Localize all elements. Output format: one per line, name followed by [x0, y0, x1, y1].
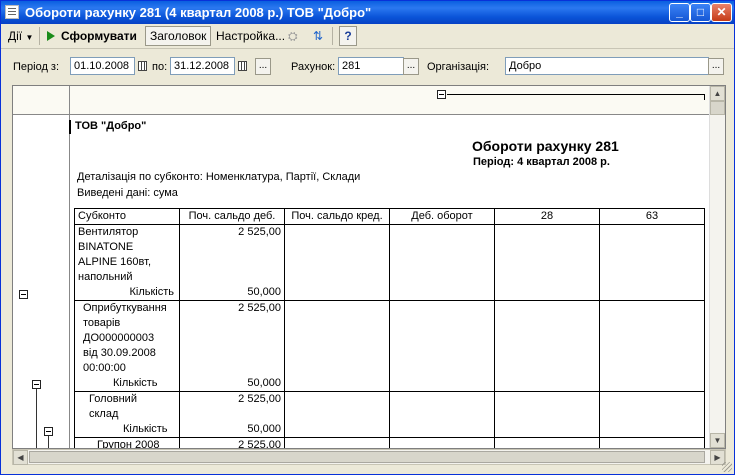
column-header-debit-turnover[interactable]: Деб. оборот [389, 208, 495, 225]
organization-input[interactable]: Добро [505, 57, 709, 75]
collapse-icon[interactable] [437, 90, 446, 99]
window-title: Обороти рахунку 281 (4 квартал 2008 р.) … [25, 5, 372, 20]
row-name-line: Головний [89, 393, 137, 405]
turnover-table: Субконто Поч. сальдо деб. Поч. сальдо кр… [74, 208, 705, 449]
minimize-button[interactable]: _ [669, 3, 690, 22]
resize-grip[interactable] [722, 462, 732, 472]
row-name-line: Групон 2008 [97, 439, 160, 449]
group-tree-line [48, 436, 49, 448]
row-name-line: BINATONE [78, 241, 134, 253]
report-shown-data: Виведені дані: сума [77, 187, 178, 199]
row-name-line: напольний [78, 271, 133, 283]
filter-icon[interactable]: ⛭ [288, 26, 298, 46]
table-row[interactable]: Оприбуткування товарів ДО000000003 від 3… [74, 300, 705, 392]
account-label: Рахунок: [291, 61, 336, 73]
table-row[interactable]: Групон 2008 2 525,00 [74, 437, 705, 449]
group-tree-line [36, 389, 37, 448]
actions-label: Дії [8, 29, 23, 43]
calendar-icon[interactable] [137, 59, 149, 73]
amount-value: 2 525,00 [238, 302, 281, 314]
period-to-input[interactable]: 31.12.2008 [170, 57, 235, 75]
close-button[interactable]: ✕ [711, 3, 732, 22]
row-name-line: ALPINE 160вт, [78, 256, 152, 268]
period-select-button[interactable]: ... [255, 58, 271, 75]
period-from-input[interactable]: 01.10.2008 [70, 57, 135, 75]
quantity-label: Кількість [129, 286, 174, 298]
vertical-scrollbar[interactable]: ▲ ▼ [709, 86, 725, 448]
actions-menu[interactable]: Дії ▼ [8, 26, 33, 46]
report-detail: Деталізація по субконто: Номенклатура, П… [77, 171, 361, 183]
scroll-down-button[interactable]: ▼ [710, 433, 725, 448]
row-name-line: товарів [83, 317, 121, 329]
app-icon [5, 5, 19, 19]
settings-button[interactable]: Настройка... [216, 26, 285, 46]
toolbar-separator [332, 27, 333, 45]
company-name: ТОВ "Добро" [75, 120, 147, 132]
report-corner [13, 86, 70, 114]
period-from-label: Період з: [13, 61, 60, 73]
horizontal-scrollbar[interactable]: ◀ ▶ [12, 449, 726, 465]
group-bracket-end [704, 94, 705, 100]
header-toggle-button[interactable]: Заголовок [145, 26, 212, 46]
table-row[interactable]: Головний склад Кількість 2 525,00 50,000 [74, 391, 705, 438]
column-header-account-63[interactable]: 63 [599, 208, 705, 225]
group-bracket-line [447, 94, 705, 95]
filter-panel: Період з: 01.10.2008 по: 31.12.2008 ... … [1, 49, 734, 81]
refresh-icon[interactable]: ⇅ [313, 26, 323, 46]
column-header-subkonto[interactable]: Субконто [74, 208, 180, 225]
scroll-up-button[interactable]: ▲ [710, 86, 725, 101]
row-name-line: склад [89, 408, 119, 420]
collapse-icon[interactable] [19, 290, 28, 299]
play-icon [47, 31, 55, 41]
row-name-line: Оприбуткування [83, 302, 167, 314]
text-cursor [69, 120, 71, 134]
report-title: Обороти рахунку 281 [472, 138, 619, 154]
report-window: Обороти рахунку 281 (4 квартал 2008 р.) … [0, 0, 735, 475]
scroll-left-button[interactable]: ◀ [13, 450, 28, 465]
amount-value: 2 525,00 [238, 439, 281, 449]
row-name-line: ДО000000003 [83, 332, 155, 344]
chevron-down-icon: ▼ [25, 33, 34, 42]
toolbar: Дії ▼ Сформувати Заголовок Настройка... … [1, 24, 734, 49]
amount-value: 2 525,00 [238, 393, 281, 405]
quantity-label: Кількість [123, 423, 168, 435]
row-name-line: 00:00:00 [83, 362, 126, 374]
period-to-label: по: [152, 61, 168, 73]
row-name-line: від 30.09.2008 [83, 347, 156, 359]
column-header-opening-debit[interactable]: Поч. сальдо деб. [179, 208, 285, 225]
title-bar[interactable]: Обороти рахунку 281 (4 квартал 2008 р.) … [1, 1, 734, 24]
quantity-value: 50,000 [247, 423, 281, 435]
account-select-button[interactable]: ... [403, 58, 419, 75]
report-column-group-band [13, 86, 725, 115]
account-input[interactable]: 281 [338, 57, 404, 75]
table-header-row: Субконто Поч. сальдо деб. Поч. сальдо кр… [74, 208, 705, 225]
collapse-icon[interactable] [32, 380, 41, 389]
generate-label: Сформувати [61, 29, 137, 43]
scroll-thumb[interactable] [29, 451, 705, 463]
report-spreadsheet[interactable]: ТОВ "Добро" Обороти рахунку 281 Період: … [12, 85, 726, 449]
calendar-icon[interactable] [237, 59, 249, 73]
toolbar-separator [39, 27, 40, 45]
collapse-icon[interactable] [44, 427, 53, 436]
column-header-opening-credit[interactable]: Поч. сальдо кред. [284, 208, 390, 225]
table-row[interactable]: Вентилятор BINATONE ALPINE 160вт, наполь… [74, 224, 705, 301]
organization-label: Організація: [427, 61, 489, 73]
generate-button[interactable]: Сформувати [47, 26, 137, 46]
report-row-group-band [13, 86, 70, 448]
maximize-button[interactable]: □ [690, 3, 711, 22]
quantity-value: 50,000 [247, 286, 281, 298]
quantity-value: 50,000 [247, 377, 281, 389]
amount-value: 2 525,00 [238, 226, 281, 238]
report-period: Період: 4 квартал 2008 р. [473, 156, 610, 168]
quantity-label: Кількість [113, 377, 158, 389]
column-header-account-28[interactable]: 28 [494, 208, 600, 225]
organization-select-button[interactable]: ... [708, 58, 724, 75]
row-name-line: Вентилятор [78, 226, 139, 238]
scroll-thumb[interactable] [710, 101, 725, 115]
help-button[interactable]: ? [339, 26, 357, 46]
